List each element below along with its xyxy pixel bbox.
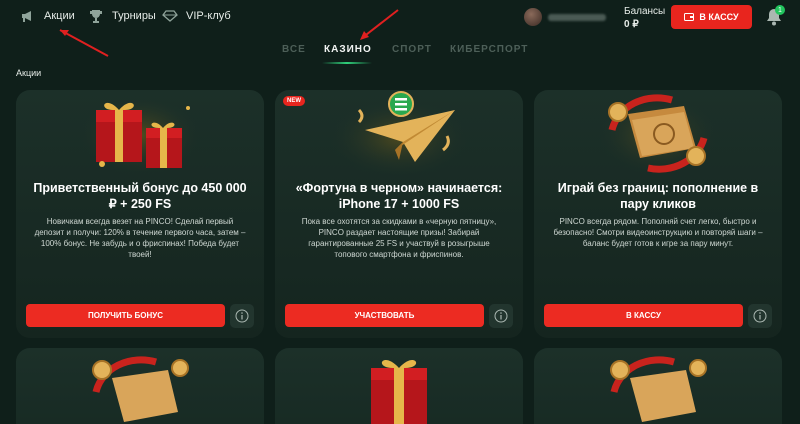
- gift-box-illustration: [371, 360, 427, 424]
- wallet-icon: [684, 12, 695, 23]
- card-title: Играй без границ: пополнение в пару клик…: [557, 181, 759, 211]
- info-button[interactable]: [748, 304, 772, 328]
- promo-card-partial: [534, 348, 782, 424]
- info-button[interactable]: [489, 304, 513, 328]
- balance-block[interactable]: Балансы 0 ₽: [624, 5, 665, 31]
- info-button[interactable]: [230, 304, 254, 328]
- promo-card-welcome-bonus: Приветственный бонус до 450 000 ₽ + 250 …: [16, 90, 264, 338]
- top-bar: Акции Турниры VIP-клуб Балансы 0 ₽ В КАС…: [0, 0, 800, 36]
- avatar: [524, 8, 542, 26]
- info-icon: [235, 309, 249, 323]
- tab-casino[interactable]: КАЗИНО: [324, 44, 372, 55]
- info-icon: [494, 309, 508, 323]
- tab-all[interactable]: ВСЕ: [282, 44, 306, 55]
- info-icon: [753, 309, 767, 323]
- card-description: PINCO всегда рядом. Пополняй счет легко,…: [553, 217, 763, 248]
- promo-card-partial: [16, 348, 264, 424]
- cashier-button[interactable]: В КАССУ: [671, 5, 752, 29]
- nav-vip-club[interactable]: VIP-клуб: [162, 8, 231, 24]
- get-bonus-button[interactable]: ПОЛУЧИТЬ БОНУС: [26, 304, 225, 327]
- paper-plane-illustration: [329, 91, 469, 178]
- money-stack-illustration: [598, 94, 718, 175]
- notification-count-badge: 1: [775, 5, 785, 15]
- user-profile[interactable]: [524, 6, 610, 28]
- card-description: Новичкам всегда везет на PINCO! Сделай п…: [34, 217, 246, 259]
- cashier-cta-button[interactable]: В КАССУ: [544, 304, 743, 327]
- promo-card-partial: [275, 348, 523, 424]
- nav-vip-club-label: VIP-клуб: [186, 10, 231, 22]
- nav-promotions-label: Акции: [44, 10, 75, 22]
- card-title: Приветственный бонус до 450 000 ₽ + 250 …: [33, 181, 247, 211]
- tab-sport[interactable]: СПОРТ: [392, 44, 432, 55]
- nav-tournaments[interactable]: Турниры: [88, 8, 156, 24]
- diamond-icon: [162, 8, 178, 24]
- balance-label: Балансы: [624, 6, 666, 17]
- tab-esports[interactable]: КИБЕРСПОРТ: [450, 44, 528, 55]
- money-stack-illustration: [92, 356, 189, 422]
- nav-tournaments-label: Турниры: [112, 10, 156, 22]
- megaphone-icon: [20, 8, 36, 24]
- section-title: Акции: [16, 68, 42, 78]
- gift-boxes-illustration: [80, 95, 200, 175]
- balance-value: 0 ₽: [624, 19, 639, 30]
- money-stack-illustration: [610, 356, 707, 422]
- participate-button[interactable]: УЧАСТВОВАТЬ: [285, 304, 484, 327]
- card-title: «Фортуна в черном» начинается: iPhone 17…: [295, 181, 503, 211]
- category-tabs: ВСЕ КАЗИНО СПОРТ КИБЕРСПОРТ: [270, 40, 540, 64]
- trophy-icon: [88, 8, 104, 24]
- promo-card-fortune-black: NEW «Фортуна в черном» начинается: iPhon…: [275, 90, 523, 338]
- username-blurred: [548, 13, 606, 21]
- promo-card-deposit: Играй без границ: пополнение в пару клик…: [534, 90, 782, 338]
- card-description: Пока все охотятся за скидками в «черную …: [301, 217, 497, 259]
- active-tab-indicator: [322, 62, 372, 64]
- cashier-label: В КАССУ: [699, 12, 739, 22]
- nav-promotions[interactable]: Акции: [20, 8, 75, 24]
